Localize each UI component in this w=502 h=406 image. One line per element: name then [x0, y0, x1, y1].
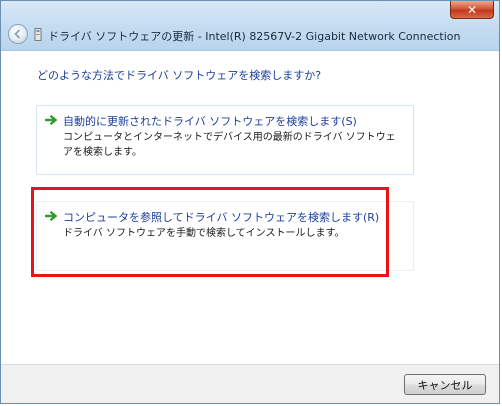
cancel-button[interactable]: キャンセル — [404, 374, 486, 395]
option-auto-search[interactable]: 自動的に更新されたドライバ ソフトウェアを検索します(S) コンピュータとインタ… — [36, 105, 414, 175]
title-bar: ✕ ドライバ ソフトウェアの更新 - Intel(R) 82567V-2 Gig… — [1, 1, 499, 51]
green-arrow-icon — [45, 114, 58, 126]
search-method-question: どのような方法でドライバ ソフトウェアを検索しますか? — [37, 69, 322, 82]
back-arrow-icon — [14, 29, 21, 39]
option-auto-search-title: 自動的に更新されたドライバ ソフトウェアを検索します(S) — [63, 115, 357, 128]
back-button[interactable] — [8, 24, 28, 44]
highlight-box — [31, 187, 389, 277]
button-bar: キャンセル — [1, 364, 499, 403]
window-title: ドライバ ソフトウェアの更新 - Intel(R) 82567V-2 Gigab… — [48, 30, 461, 43]
driver-update-window: ✕ ドライバ ソフトウェアの更新 - Intel(R) 82567V-2 Gig… — [0, 0, 500, 404]
option-auto-search-description: コンピュータとインターネットでデバイス用の最新のドライバ ソフトウェアを検索しま… — [63, 132, 396, 158]
close-icon: ✕ — [466, 2, 478, 17]
close-button[interactable]: ✕ — [450, 1, 494, 19]
device-manager-icon — [34, 28, 42, 41]
